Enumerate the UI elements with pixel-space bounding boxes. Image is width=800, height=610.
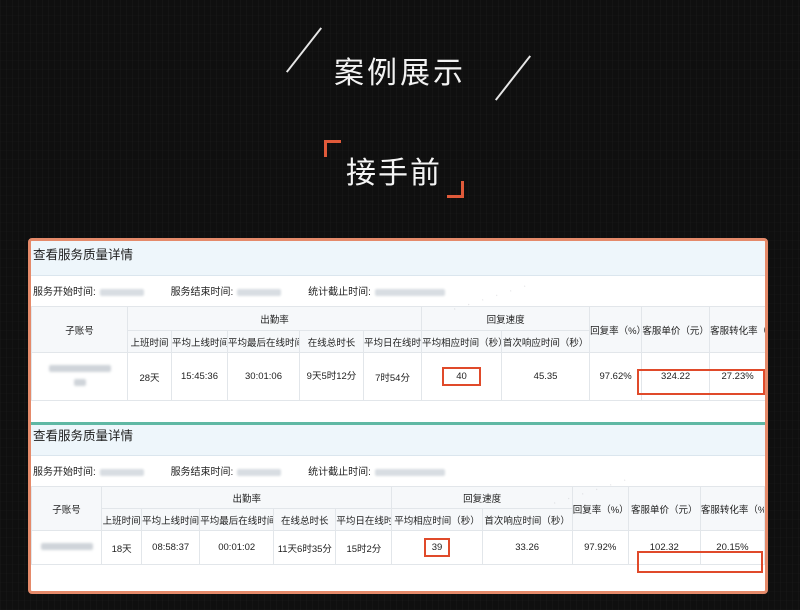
page-title: 案例展示 [334,56,466,91]
col-total-online: 在线总时长 [273,508,337,531]
cell-daily-online: 15时2分 [335,530,393,565]
col-conversion: 客服转化率（% [709,306,765,353]
start-time-label: 服务开始时间: [33,467,96,478]
col-attendance-group: 出勤率 [101,486,393,509]
subtitle-box: 接手前 [324,140,464,198]
cell-first-response: 45.35 [501,352,591,401]
col-unit-price: 客服单价（元） [627,486,701,531]
col-reply-rate: 回复率（%） [589,306,643,353]
highlight-price-conversion [637,551,763,573]
highlight-price-conversion [637,369,765,395]
cell-avg-response: 40 [421,352,503,401]
col-work-days: 上班时间 [127,330,172,353]
service-quality-panel-1: 查看服务质量详情 服务开始时间: 服务结束时间: 统计截止时间: 子账号 出勤率… [31,241,765,423]
col-speed-group: 回复速度 [421,306,591,331]
col-unit-price: 客服单价（元） [641,306,711,353]
screenshot-frame: 查看服务质量详情 服务开始时间: 服务结束时间: 统计截止时间: 子账号 出勤率… [28,238,768,594]
col-avg-last-online: 平均最后在线时间 [199,508,275,531]
account-cell [31,352,128,401]
cell-reply-rate: 97.92% [571,530,629,565]
col-attendance-group: 出勤率 [126,306,423,331]
start-time-label: 服务开始时间: [33,287,96,298]
highlight-avg-response: 40 [442,367,481,386]
cell-avg-last-online: 30:01:06 [227,352,300,401]
cell-avg-last-online: 00:01:02 [199,530,275,565]
col-work-days: 上班时间 [101,508,143,531]
panel-heading: 查看服务质量详情 [31,425,765,456]
col-first-response: 首次响应时间（秒） [501,330,591,353]
col-total-online: 在线总时长 [299,330,364,353]
cell-avg-online: 15:45:36 [171,352,228,401]
col-avg-online: 平均上线时间 [141,508,201,531]
panel-meta: 服务开始时间: 服务结束时间: 统计截止时间: [31,282,765,304]
col-account: 子账号 [31,486,103,531]
redacted-value [374,468,445,476]
cell-reply-rate: 97.62% [589,352,643,401]
end-time-label: 服务结束时间: [170,467,234,478]
panel-meta: 服务开始时间: 服务结束时间: 统计截止时间: [31,462,765,484]
cell-first-response: 33.26 [481,530,573,565]
redacted-account [40,543,93,550]
col-daily-online: 平均日在线时间 [362,330,423,353]
redacted-value [237,288,282,296]
highlight-avg-response: 39 [423,538,451,557]
redacted-account [48,365,111,372]
cell-avg-response: 39 [391,530,483,565]
section-subtitle: 接手前 [346,156,442,191]
cell-daily-online: 7时54分 [362,352,423,401]
col-speed-group: 回复速度 [391,486,573,509]
redacted-account [73,379,86,386]
redacted-value [374,288,445,296]
cell-days: 18天 [101,530,143,565]
col-avg-response: 平均相应时间（秒） [391,508,483,531]
col-avg-response: 平均相应时间（秒） [421,330,503,353]
cell-days: 28天 [127,352,172,401]
panel-heading: 查看服务质量详情 [31,241,765,276]
col-avg-online: 平均上线时间 [171,330,228,353]
col-account: 子账号 [31,306,128,353]
redacted-value [99,288,144,296]
col-avg-last-online: 平均最后在线时间 [227,330,300,353]
end-time-label: 服务结束时间: [170,287,234,298]
col-conversion: 客服转化率（% [699,486,765,531]
service-quality-panel-2: 查看服务质量详情 服务开始时间: 服务结束时间: 统计截止时间: 子账号 出勤率… [31,425,765,591]
redacted-value [99,468,144,476]
cell-total-online: 9天5时12分 [299,352,364,401]
col-first-response: 首次响应时间（秒） [481,508,573,531]
cell-avg-online: 08:58:37 [141,530,201,565]
redacted-value [237,468,282,476]
stat-time-label: 统计截止时间: [308,287,371,298]
account-cell [31,530,103,565]
col-daily-online: 平均日在线时间 [335,508,393,531]
cell-total-online: 11天6时35分 [273,530,337,565]
stat-time-label: 统计截止时间: [308,467,371,478]
